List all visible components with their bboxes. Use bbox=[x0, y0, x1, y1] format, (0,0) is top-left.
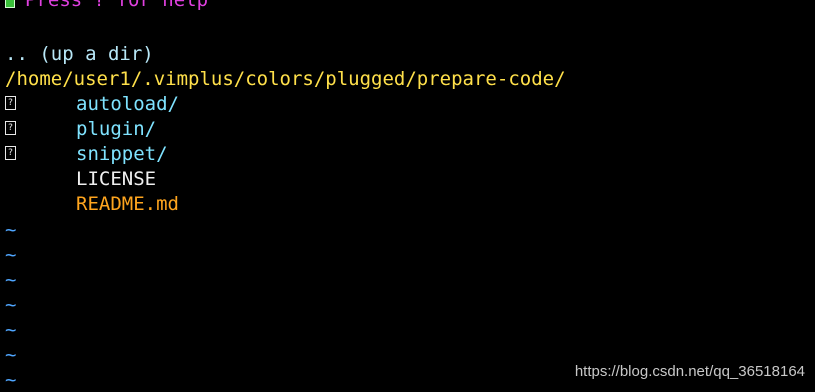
tree-entry-readme[interactable]: README.md bbox=[5, 192, 179, 217]
directory-name[interactable]: autoload/ bbox=[76, 92, 179, 117]
watermark-text: https://blog.csdn.net/qq_36518164 bbox=[574, 363, 805, 380]
empty-line-tilde: ~ bbox=[5, 244, 17, 266]
tree-entry-autoload[interactable]: ? autoload/ bbox=[5, 92, 179, 117]
current-path: /home/user1/.vimplus/colors/plugged/prep… bbox=[5, 68, 566, 90]
nerdtree-window: Press ? for help .. (up a dir) /home/use… bbox=[0, 0, 815, 392]
empty-line-tilde: ~ bbox=[5, 344, 17, 366]
directory-name[interactable]: snippet/ bbox=[76, 142, 168, 167]
expand-marker-icon[interactable]: ? bbox=[5, 121, 16, 135]
directory-name[interactable]: plugin/ bbox=[76, 117, 156, 142]
empty-line-tilde: ~ bbox=[5, 269, 17, 291]
empty-line-tilde: ~ bbox=[5, 369, 17, 391]
empty-line-tilde: ~ bbox=[5, 294, 17, 316]
tree-entry-snippet[interactable]: ? snippet/ bbox=[5, 142, 168, 167]
help-hint-line: Press ? for help bbox=[5, 0, 208, 13]
empty-line-tilde: ~ bbox=[5, 319, 17, 341]
up-dir-entry[interactable]: .. (up a dir) bbox=[5, 42, 154, 67]
file-name[interactable]: LICENSE bbox=[76, 167, 156, 192]
tree-entry-plugin[interactable]: ? plugin/ bbox=[5, 117, 156, 142]
cursor-block-icon bbox=[5, 0, 15, 8]
file-name[interactable]: README.md bbox=[76, 192, 179, 217]
tree-entry-license[interactable]: LICENSE bbox=[5, 167, 156, 192]
expand-marker-icon[interactable]: ? bbox=[5, 96, 16, 110]
expand-marker-icon[interactable]: ? bbox=[5, 146, 16, 160]
help-hint-text: Press ? for help bbox=[25, 0, 209, 11]
empty-line-tilde: ~ bbox=[5, 219, 17, 241]
